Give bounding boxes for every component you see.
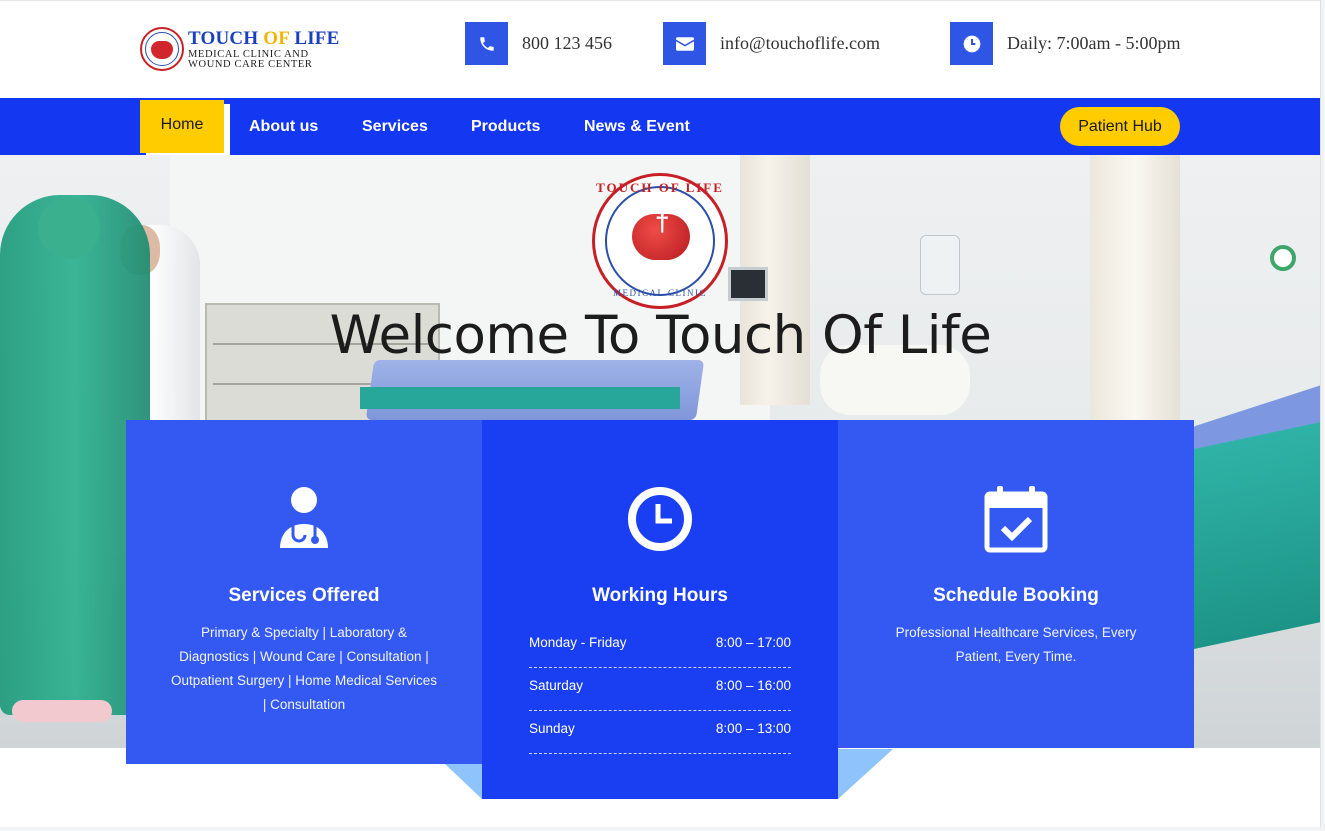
working-hours-title: Working Hours — [592, 585, 728, 606]
services-offered-title: Services Offered — [228, 585, 380, 606]
decor-triangle-right — [838, 749, 893, 799]
nav-home[interactable]: Home — [140, 100, 224, 153]
calendar-check-icon — [981, 484, 1051, 554]
site-logo[interactable]: TOUCH OF LIFE MEDICAL CLINIC AND WOUND C… — [140, 25, 350, 73]
page: TOUCH OF LIFE MEDICAL CLINIC AND WOUND C… — [0, 0, 1321, 827]
decor-triangle-left — [445, 764, 482, 799]
schedule-booking-card[interactable]: Schedule Booking Professional Healthcare… — [838, 420, 1194, 748]
schedule-booking-title: Schedule Booking — [933, 585, 1099, 606]
clock-icon — [625, 484, 695, 554]
nav-services[interactable]: Services — [362, 98, 428, 155]
clinic-heart-emblem-icon — [140, 27, 184, 71]
services-offered-description: Primary & Specialty | Laboratory & Diagn… — [170, 625, 438, 712]
contact-phone: 800 123 456 — [465, 22, 612, 65]
nav-news-event[interactable]: News & Event — [584, 98, 690, 155]
services-offered-card: Services Offered Primary & Specialty | L… — [126, 420, 482, 764]
hours-time: 8:00 – 17:00 — [715, 635, 791, 650]
phone-icon — [465, 22, 508, 65]
main-navigation: Home About us Services Products News & E… — [0, 98, 1320, 157]
hours-row: Sunday 8:00 – 13:00 — [529, 711, 791, 754]
hero-clinic-emblem-icon: TOUCH OF LIFE † MEDICAL CLINIC — [592, 173, 728, 309]
clock-icon — [950, 22, 993, 65]
doctor-stethoscope-icon — [269, 484, 339, 554]
emblem-bottom-text: MEDICAL CLINIC — [613, 288, 707, 298]
hero-title: Welcome To Touch Of Life — [329, 305, 992, 366]
top-header: TOUCH OF LIFE MEDICAL CLINIC AND WOUND C… — [0, 1, 1320, 98]
hours-day: Saturday — [529, 678, 584, 693]
logo-subtitle-2: WOUND CARE CENTER — [188, 59, 313, 70]
hours-row: Monday - Friday 8:00 – 17:00 — [529, 625, 791, 668]
working-hours-list: Monday - Friday 8:00 – 17:00 Saturday 8:… — [529, 625, 791, 754]
logo-title: TOUCH OF LIFE — [188, 28, 340, 49]
hours-day: Monday - Friday — [529, 635, 627, 650]
working-hours-card: Working Hours Monday - Friday 8:00 – 17:… — [482, 420, 838, 799]
hours-time: 8:00 – 16:00 — [715, 678, 791, 693]
schedule-booking-description: Professional Healthcare Services, Every … — [895, 625, 1137, 664]
hours-row: Saturday 8:00 – 16:00 — [529, 668, 791, 711]
nav-about-us[interactable]: About us — [249, 98, 318, 155]
nav-products[interactable]: Products — [471, 98, 540, 155]
email-address[interactable]: info@touchoflife.com — [720, 33, 880, 54]
patient-hub-button[interactable]: Patient Hub — [1060, 107, 1180, 146]
phone-number[interactable]: 800 123 456 — [522, 33, 612, 54]
opening-hours: Daily: 7:00am - 5:00pm — [1007, 33, 1181, 53]
hours-time: 8:00 – 13:00 — [715, 721, 791, 736]
emblem-top-text: TOUCH OF LIFE — [596, 180, 724, 195]
envelope-icon — [663, 22, 706, 65]
contact-hours: Daily: 7:00am - 5:00pm — [950, 22, 1180, 65]
hours-day: Sunday — [529, 721, 575, 736]
contact-email: info@touchoflife.com — [663, 22, 880, 65]
